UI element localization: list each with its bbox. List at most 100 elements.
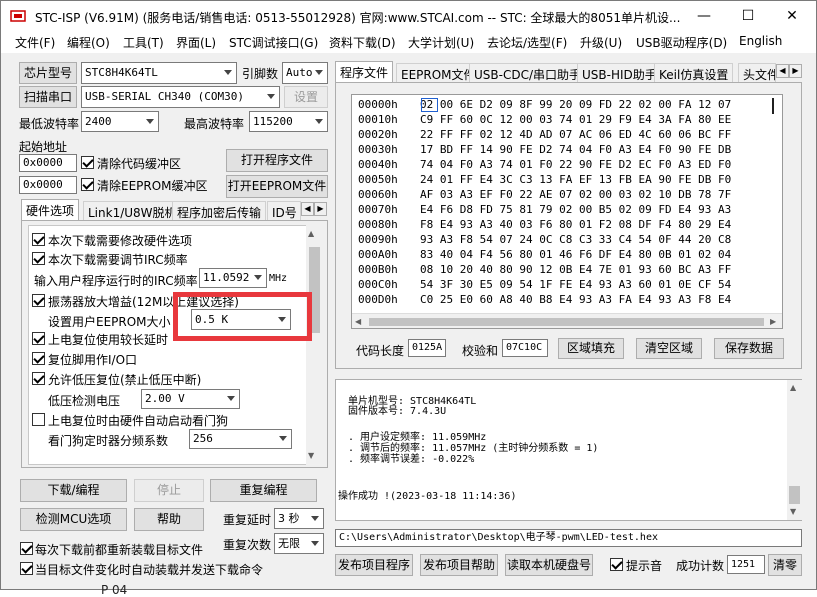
scroll-down-icon[interactable]: ▼ xyxy=(308,451,314,460)
code-address-input[interactable]: 0x0000 xyxy=(19,154,77,172)
menu-forum[interactable]: 去论坛/选型(F) xyxy=(487,34,567,51)
beep-checkbox[interactable] xyxy=(610,558,623,571)
pin-count-select[interactable]: Auto xyxy=(282,62,328,84)
modify-hw-options-checkbox[interactable] xyxy=(32,233,45,246)
fill-area-button[interactable]: 区域填充 xyxy=(558,338,624,359)
port-settings-button[interactable]: 设置 xyxy=(284,86,328,108)
chip-model-button[interactable]: 芯片型号 xyxy=(19,62,77,84)
hscroll-thumb[interactable] xyxy=(369,318,764,326)
detect-mcu-button[interactable]: 检测MCU选项 xyxy=(20,508,127,531)
menu-downloads[interactable]: 资料下载(D) xyxy=(329,34,396,51)
close-button[interactable]: ✕ xyxy=(770,1,814,31)
repeat-delay-value: 3 秒 xyxy=(278,512,300,525)
tab-scroll-left-icon[interactable]: ◀ xyxy=(301,202,314,216)
log-output[interactable]: 单片机型号: STC8H4K64TL 固件版本号: 7.4.3U . 用户设定频… xyxy=(335,379,802,521)
wdt-divider-select[interactable]: 256 xyxy=(189,429,292,449)
clear-count-button[interactable]: 清零 xyxy=(768,554,802,576)
tab-encrypted-transfer[interactable]: 程序加密后传输 xyxy=(172,201,267,220)
background-fragment: P 04 xyxy=(101,583,128,597)
tab-link1-offline[interactable]: Link1/U8W脱机 xyxy=(83,201,182,220)
port-value: USB-SERIAL CH340 (COM30) xyxy=(85,90,244,103)
options-scrollbar[interactable]: ▲ ▼ xyxy=(306,225,323,465)
low-voltage-reset-checkbox[interactable] xyxy=(32,372,45,385)
open-program-button[interactable]: 打开程序文件 xyxy=(226,149,328,172)
max-baud-select[interactable]: 115200 xyxy=(249,111,328,132)
tab-eeprom-file[interactable]: EEPROM文件 xyxy=(396,63,481,82)
menu-stc-debug[interactable]: STC调试接口(G) xyxy=(229,34,318,51)
minimize-button[interactable]: — xyxy=(682,1,726,31)
scroll-down-icon[interactable]: ▼ xyxy=(790,507,796,516)
hex-row: 000D0h C0 25 E0 60 A8 40 B8 E4 93 A3 FA E… xyxy=(358,293,731,307)
hex-row-address: 00060h xyxy=(358,188,398,201)
menu-upgrade[interactable]: 升级(U) xyxy=(580,34,622,51)
chip-model-select[interactable]: STC8H4K64TL xyxy=(81,62,237,84)
log-scrollbar[interactable]: ▲ ▼ xyxy=(787,380,802,520)
min-baud-select[interactable]: 2400 xyxy=(81,111,159,132)
publish-program-button[interactable]: 发布项目程序 xyxy=(335,554,413,576)
scroll-up-icon[interactable]: ▲ xyxy=(308,229,314,238)
tab-header-file[interactable]: 头文件 xyxy=(738,63,776,82)
download-program-button[interactable]: 下载/编程 xyxy=(20,479,127,502)
repeat-count-select[interactable]: 无限 xyxy=(274,533,324,554)
irc-frequency-select[interactable]: 11.0592 xyxy=(199,268,267,288)
hex-view[interactable]: 00000h 02 00 6E D2 09 8F 99 20 09 FD 22 0… xyxy=(351,94,783,329)
hex-row: 00080h F8 E4 93 A3 40 03 F6 80 01 F2 08 D… xyxy=(358,218,731,232)
hex-row: 00070h E4 F6 D8 FD 75 81 79 02 00 B5 02 0… xyxy=(358,203,731,217)
checksum-label: 校验和 xyxy=(462,344,499,358)
save-data-button[interactable]: 保存数据 xyxy=(714,338,784,359)
menu-program[interactable]: 编程(O) xyxy=(67,34,110,51)
reset-pin-io-checkbox[interactable] xyxy=(32,352,45,365)
read-disk-id-button[interactable]: 读取本机硬盘号 xyxy=(505,554,593,576)
tab-usb-hid[interactable]: USB-HID助手 xyxy=(577,63,662,82)
right-tab-scroll-left-icon[interactable]: ◀ xyxy=(776,64,789,78)
lvd-voltage-select[interactable]: 2.00 V xyxy=(141,389,240,409)
tab-id-number[interactable]: ID号 xyxy=(267,201,301,220)
hex-row-address: 000C0h xyxy=(358,278,398,291)
hw-watchdog-label: 上电复位时由硬件自动启动看门狗 xyxy=(48,414,229,428)
eeprom-address-input[interactable]: 0x0000 xyxy=(19,176,77,194)
scroll-up-icon[interactable]: ▲ xyxy=(790,383,796,392)
maximize-button[interactable]: ☐ xyxy=(726,1,770,31)
right-tab-scroll-right-icon[interactable]: ▶ xyxy=(789,64,802,78)
menu-interface[interactable]: 界面(L) xyxy=(176,34,216,51)
chevron-down-icon xyxy=(311,540,319,546)
hex-cursor xyxy=(421,98,438,112)
chevron-down-icon xyxy=(227,396,235,401)
help-button[interactable]: 帮助 xyxy=(134,508,204,531)
reload-target-checkbox[interactable] xyxy=(20,542,33,555)
menu-usb-driver[interactable]: USB驱动程序(D) xyxy=(636,34,727,51)
hex-hscrollbar[interactable]: ◀ ▶ xyxy=(352,313,782,328)
tab-scroll-right-icon[interactable]: ▶ xyxy=(314,202,327,216)
hex-row-bytes: C0 25 E0 60 A8 40 B8 E4 93 A3 FA E4 93 A… xyxy=(420,293,732,306)
menu-file[interactable]: 文件(F) xyxy=(15,34,55,51)
adjust-irc-checkbox[interactable] xyxy=(32,252,45,265)
wdt-divider-value: 256 xyxy=(193,432,213,445)
menu-english[interactable]: English xyxy=(739,34,782,48)
clear-eeprom-checkbox[interactable] xyxy=(81,178,94,191)
port-select[interactable]: USB-SERIAL CH340 (COM30) xyxy=(81,86,280,108)
osc-gain-checkbox[interactable] xyxy=(32,294,45,307)
scroll-right-icon[interactable]: ▶ xyxy=(770,317,776,326)
tab-hardware-options[interactable]: 硬件选项 xyxy=(21,199,80,220)
tab-usb-cdc[interactable]: USB-CDC/串口助手 xyxy=(469,63,587,82)
stop-button[interactable]: 停止 xyxy=(134,479,204,502)
repeat-delay-select[interactable]: 3 秒 xyxy=(274,508,324,529)
file-path-field[interactable]: C:\Users\Administrator\Desktop\电子琴-pwm\L… xyxy=(335,529,802,547)
open-eeprom-button[interactable]: 打开EEPROM文件 xyxy=(226,175,328,198)
long-reset-delay-checkbox[interactable] xyxy=(32,332,45,345)
scan-port-button[interactable]: 扫描串口 xyxy=(19,86,77,108)
clear-code-checkbox[interactable] xyxy=(81,156,94,169)
tab-program-file[interactable]: 程序文件 xyxy=(335,61,394,82)
menu-tools[interactable]: 工具(T) xyxy=(123,34,164,51)
clear-area-button[interactable]: 清空区域 xyxy=(636,338,702,359)
log-scroll-thumb[interactable] xyxy=(789,486,800,504)
repeat-program-button[interactable]: 重复编程 xyxy=(210,479,317,502)
hw-watchdog-checkbox[interactable] xyxy=(32,413,45,426)
menu-university[interactable]: 大学计划(U) xyxy=(408,34,474,51)
beep-label: 提示音 xyxy=(626,559,663,573)
auto-send-checkbox[interactable] xyxy=(20,562,33,575)
stc-app-icon xyxy=(10,10,26,22)
scroll-left-icon[interactable]: ◀ xyxy=(355,317,361,326)
publish-help-button[interactable]: 发布项目帮助 xyxy=(420,554,498,576)
tab-keil-settings[interactable]: Keil仿真设置 xyxy=(654,63,734,82)
